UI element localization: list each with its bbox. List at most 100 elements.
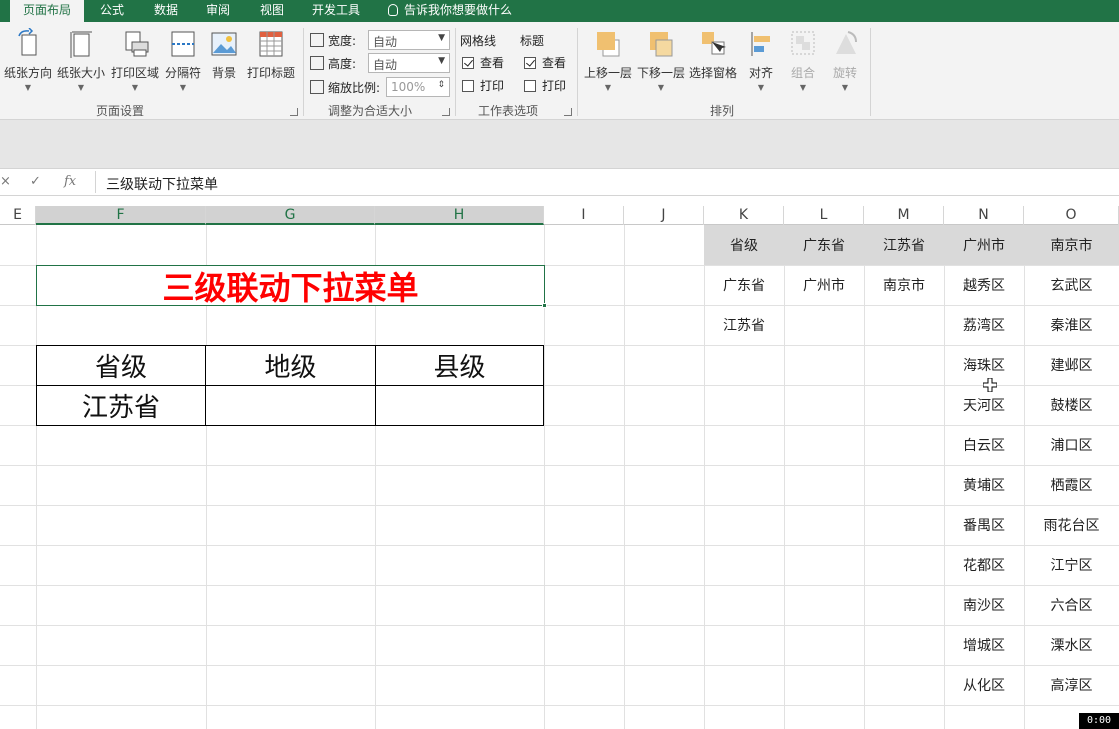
ribbon-tab-bar: 页面布局 公式 数据 审阅 视图 开发工具 告诉我你想要做什么 bbox=[0, 0, 1119, 22]
send-backward-label: 下移一层 bbox=[636, 66, 685, 80]
table-cell[interactable]: 建邺区 bbox=[1024, 345, 1119, 385]
bring-forward-button[interactable]: 上移一层 ▼ bbox=[582, 28, 634, 108]
table-cell[interactable]: 从化区 bbox=[944, 665, 1024, 705]
size-button[interactable]: 纸张大小 ▼ bbox=[56, 28, 106, 108]
insert-function-icon[interactable]: fx bbox=[64, 174, 76, 189]
table-cell[interactable]: 江宁区 bbox=[1024, 545, 1119, 585]
column-header-j[interactable]: J bbox=[624, 206, 704, 225]
tab-formulas[interactable]: 公式 bbox=[90, 0, 134, 22]
checkbox-empty-icon bbox=[524, 80, 536, 92]
formula-input[interactable]: 三级联动下拉菜单 bbox=[95, 171, 1119, 193]
tab-data[interactable]: 数据 bbox=[142, 0, 190, 22]
dropdown-arrow-icon: ▼ bbox=[841, 83, 849, 92]
table-cell[interactable]: 增城区 bbox=[944, 625, 1024, 665]
fill-handle[interactable] bbox=[542, 303, 547, 308]
table-cell[interactable]: 南京市 bbox=[864, 265, 944, 305]
headings-print-checkbox[interactable]: 打印 bbox=[524, 77, 566, 95]
print-area-button[interactable]: 打印区域 ▼ bbox=[108, 28, 162, 108]
column-header-k[interactable]: K bbox=[704, 206, 784, 225]
column-header-e[interactable]: E bbox=[0, 206, 36, 225]
table-cell[interactable]: 黄埔区 bbox=[944, 465, 1024, 505]
table-cell[interactable]: 番禺区 bbox=[944, 505, 1024, 545]
tab-view[interactable]: 视图 bbox=[250, 0, 294, 22]
headings-heading: 标题 bbox=[520, 34, 545, 48]
headings-view-label: 查看 bbox=[542, 56, 567, 70]
tab-page-layout[interactable]: 页面布局 bbox=[10, 0, 84, 22]
city-dropdown-cell[interactable] bbox=[205, 385, 376, 426]
table-cell[interactable]: 江苏省 bbox=[704, 305, 784, 345]
table-header-county[interactable]: 县级 bbox=[375, 345, 544, 386]
table-header-city[interactable]: 地级 bbox=[205, 345, 376, 386]
table-cell[interactable]: 花都区 bbox=[944, 545, 1024, 585]
width-select[interactable]: 自动 ▼ bbox=[368, 30, 450, 50]
tab-review[interactable]: 审阅 bbox=[196, 0, 240, 22]
selection-pane-label: 选择窗格 bbox=[688, 66, 737, 80]
selection-pane-button[interactable]: 选择窗格 bbox=[688, 28, 738, 108]
scale-launcher[interactable] bbox=[442, 108, 450, 116]
print-titles-label: 打印标题 bbox=[246, 66, 295, 80]
cancel-icon[interactable]: × bbox=[0, 174, 11, 189]
column-header-n[interactable]: N bbox=[944, 206, 1024, 225]
group-objects-icon bbox=[791, 31, 815, 55]
table-cell[interactable]: 鼓楼区 bbox=[1024, 385, 1119, 425]
align-label: 对齐 bbox=[748, 66, 773, 80]
table-cell[interactable]: 白云区 bbox=[944, 425, 1024, 465]
breaks-button[interactable]: 分隔符 ▼ bbox=[162, 28, 204, 108]
county-dropdown-cell[interactable] bbox=[375, 385, 544, 426]
scale-spinner[interactable]: 100% ⇕ bbox=[386, 77, 450, 97]
page-setup-launcher[interactable] bbox=[290, 108, 298, 116]
table-cell[interactable]: 浦口区 bbox=[1024, 425, 1119, 465]
table-cell[interactable]: 高淳区 bbox=[1024, 665, 1119, 705]
width-icon bbox=[310, 33, 324, 47]
enter-icon[interactable]: ✓ bbox=[30, 174, 41, 189]
background-button[interactable]: 背景 bbox=[204, 28, 244, 108]
column-header-h[interactable]: H bbox=[375, 206, 544, 225]
table-cell[interactable]: 六合区 bbox=[1024, 585, 1119, 625]
column-header-g[interactable]: G bbox=[206, 206, 375, 225]
ribbon: 纸张方向 ▼ 纸张大小 ▼ 打印区域 ▼ 分隔符 ▼ 背景 打印标题 页面设置 宽度: … bbox=[0, 22, 1119, 120]
column-header-f[interactable]: F bbox=[36, 206, 206, 225]
lookup-header-cell[interactable]: 广东省 bbox=[784, 225, 864, 265]
column-header-i[interactable]: I bbox=[544, 206, 624, 225]
lookup-header-cell[interactable]: 广州市 bbox=[944, 225, 1024, 265]
table-cell[interactable]: 南沙区 bbox=[944, 585, 1024, 625]
align-button[interactable]: 对齐 ▼ bbox=[744, 28, 778, 108]
send-backward-button[interactable]: 下移一层 ▼ bbox=[636, 28, 686, 108]
gridlines-view-checkbox[interactable]: 查看 bbox=[462, 54, 504, 72]
tab-developer[interactable]: 开发工具 bbox=[304, 0, 368, 22]
width-value: 自动 bbox=[373, 35, 398, 49]
table-cell[interactable]: 秦淮区 bbox=[1024, 305, 1119, 345]
table-cell[interactable]: 广东省 bbox=[704, 265, 784, 305]
table-cell[interactable]: 越秀区 bbox=[944, 265, 1024, 305]
sheet-options-launcher[interactable] bbox=[564, 108, 572, 116]
tell-me-box[interactable]: 告诉我你想要做什么 bbox=[388, 0, 512, 22]
table-cell[interactable]: 溧水区 bbox=[1024, 625, 1119, 665]
orientation-button[interactable]: 纸张方向 ▼ bbox=[2, 28, 54, 108]
bring-forward-label: 上移一层 bbox=[583, 66, 632, 80]
table-cell[interactable]: 荔湾区 bbox=[944, 305, 1024, 345]
lookup-header-cell[interactable]: 江苏省 bbox=[864, 225, 944, 265]
group-button[interactable]: 组合 ▼ bbox=[786, 28, 820, 108]
table-cell[interactable]: 栖霞区 bbox=[1024, 465, 1119, 505]
title-cell[interactable]: 三级联动下拉菜单 bbox=[36, 265, 547, 308]
ribbon-spacer bbox=[0, 120, 1119, 168]
print-titles-button[interactable]: 打印标题 bbox=[244, 28, 298, 108]
rotate-button[interactable]: 旋转 ▼ bbox=[828, 28, 862, 108]
table-cell[interactable]: 玄武区 bbox=[1024, 265, 1119, 305]
table-header-province[interactable]: 省级 bbox=[36, 345, 206, 386]
gridlines-print-checkbox[interactable]: 打印 bbox=[462, 77, 504, 95]
column-header-m[interactable]: M bbox=[864, 206, 944, 225]
gridlines-heading: 网格线 bbox=[460, 34, 497, 48]
headings-view-checkbox[interactable]: 查看 bbox=[524, 54, 566, 72]
lookup-header-cell[interactable]: 南京市 bbox=[1024, 225, 1119, 265]
group-separator bbox=[870, 28, 871, 116]
province-dropdown-cell[interactable]: 江苏省 bbox=[36, 385, 206, 426]
table-cell[interactable]: 雨花台区 bbox=[1024, 505, 1119, 545]
table-cell[interactable]: 广州市 bbox=[784, 265, 864, 305]
print-area-label: 打印区域 bbox=[110, 66, 159, 80]
lookup-header-cell[interactable]: 省级 bbox=[704, 225, 784, 265]
column-header-l[interactable]: L bbox=[784, 206, 864, 225]
column-header-o[interactable]: O bbox=[1024, 206, 1119, 225]
height-row: 高度: 自动 ▼ bbox=[310, 53, 450, 73]
height-select[interactable]: 自动 ▼ bbox=[368, 53, 450, 73]
